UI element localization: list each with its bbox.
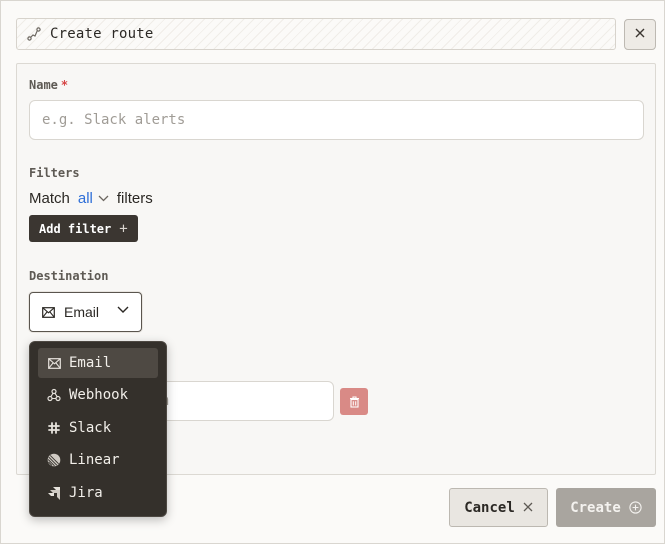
email-icon	[47, 356, 61, 370]
close-button[interactable]	[624, 19, 656, 50]
match-prefix: Match	[29, 189, 70, 207]
slack-icon	[47, 421, 61, 435]
match-mode-select[interactable]: all	[78, 190, 109, 207]
email-icon	[42, 306, 55, 318]
menu-item-label: Jira	[69, 484, 103, 501]
destination-label: Destination	[29, 269, 109, 283]
destination-select[interactable]: Email	[29, 292, 142, 332]
required-marker: *	[60, 78, 69, 92]
close-icon	[523, 500, 533, 516]
name-label: Name *	[29, 78, 69, 92]
create-label: Create	[570, 499, 621, 516]
create-route-modal: Create route Name* Filters Match all fil…	[0, 0, 665, 544]
add-circle-icon	[629, 501, 642, 514]
menu-item-label: Email	[69, 355, 112, 371]
linear-icon	[47, 453, 61, 467]
destination-dropdown-menu: Email Webhook Slack Linear Jira	[29, 341, 167, 517]
cancel-label: Cancel	[464, 499, 515, 516]
menu-item-email[interactable]: Email	[38, 348, 158, 378]
name-input[interactable]	[29, 100, 644, 140]
modal-header: Create route	[16, 18, 616, 50]
webhook-icon	[47, 388, 61, 402]
menu-item-label: Slack	[69, 419, 112, 436]
destination-value: Email	[64, 304, 100, 320]
menu-item-slack[interactable]: Slack	[38, 413, 158, 443]
modal-title: Create route	[50, 26, 154, 42]
delete-destination-button[interactable]	[340, 388, 368, 415]
trash-icon	[349, 395, 360, 408]
menu-item-label: Webhook	[69, 387, 129, 404]
jira-icon	[47, 486, 61, 500]
route-icon	[27, 26, 43, 42]
filters-label: Filters	[29, 166, 80, 180]
match-suffix: filters	[116, 189, 153, 207]
menu-item-label: Linear	[69, 452, 120, 469]
close-icon	[634, 26, 646, 44]
match-row: Match all filters	[29, 189, 153, 207]
add-filter-button[interactable]: Add filter +	[29, 215, 138, 242]
cancel-button[interactable]: Cancel	[449, 488, 548, 527]
chevron-down-icon	[117, 306, 129, 314]
plus-icon: +	[119, 220, 128, 237]
create-button[interactable]: Create	[556, 488, 656, 527]
match-mode-value: all	[77, 189, 93, 207]
chevron-down-icon	[98, 195, 109, 202]
menu-item-jira[interactable]: Jira	[38, 478, 158, 508]
menu-item-webhook[interactable]: Webhook	[38, 380, 158, 410]
menu-item-linear[interactable]: Linear	[38, 445, 158, 475]
add-filter-label: Add filter	[39, 221, 112, 236]
email-address-input[interactable]: om	[147, 381, 334, 421]
